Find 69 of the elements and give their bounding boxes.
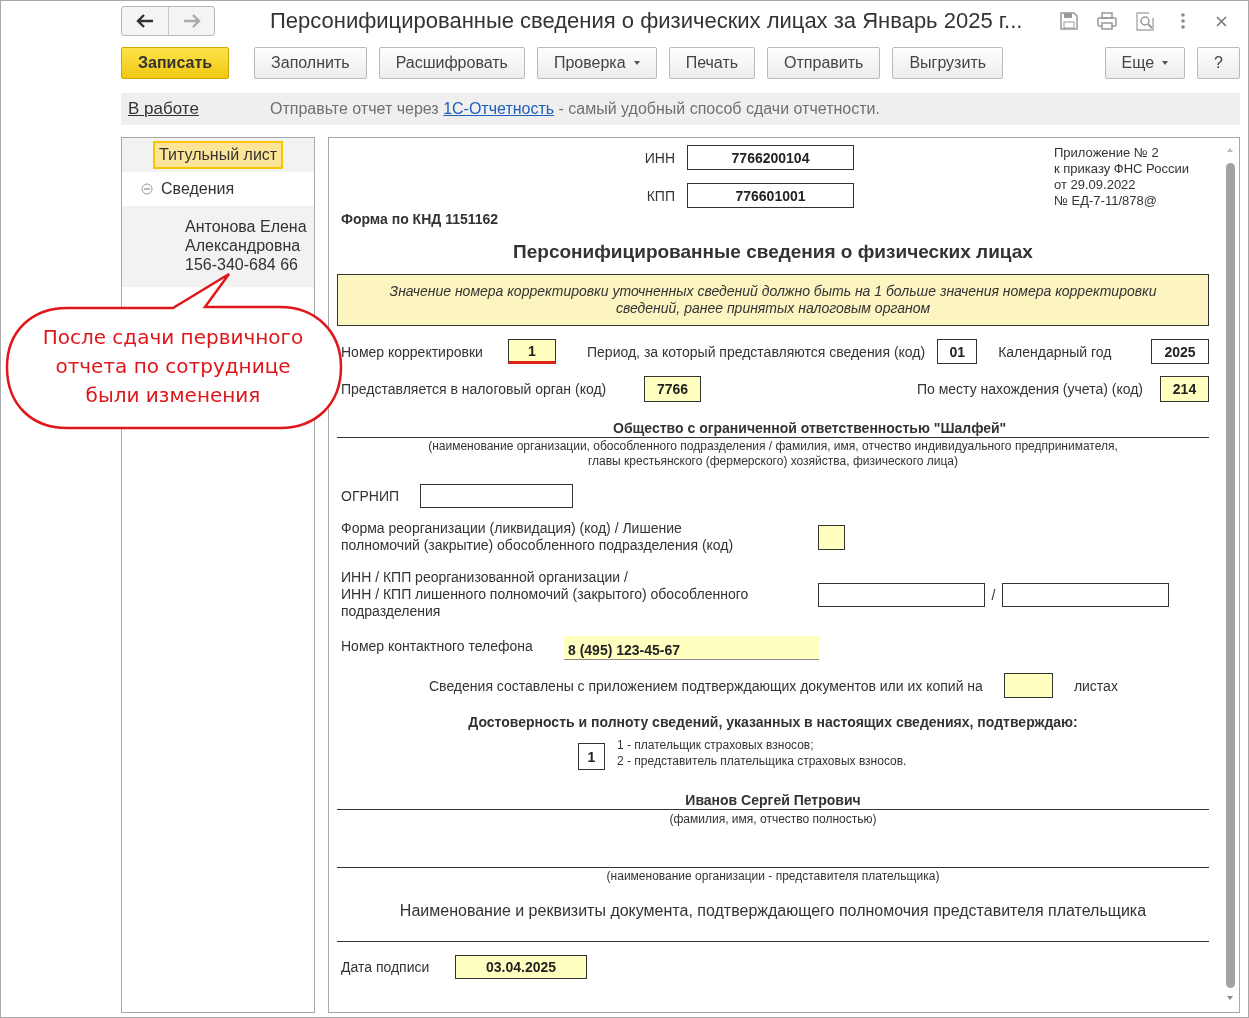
input-field[interactable]: 7766200104 xyxy=(687,145,854,170)
sidebar-item[interactable]: Антонова Елена Александровна 156-340-684 66 xyxy=(122,206,314,287)
option-text: 1 - плательщик страховых взносов; xyxy=(617,737,815,753)
back-arrow-icon xyxy=(136,14,154,28)
forward-arrow-icon xyxy=(182,14,201,28)
caret-icon xyxy=(1162,61,1169,65)
input-field[interactable] xyxy=(1002,582,1169,607)
caret-icon xyxy=(633,61,640,65)
field-label: ОГРНИП xyxy=(340,488,401,504)
confirmation-heading: Достоверность и полноту сведений, указанных в настоящих сведениях, подтверждаю: xyxy=(467,714,1079,730)
field-caption: Наименование и реквизиты документа, подтверждающего полномочия представителя плательщика xyxy=(398,902,1148,920)
input-field[interactable]: 214 xyxy=(1160,376,1209,402)
field-label: Календарный год xyxy=(997,343,1112,360)
input-field[interactable]: 01 xyxy=(937,339,978,364)
field-label: Номер корректировки xyxy=(340,343,484,360)
field-caption: (наименование организации - представителя плательщика) xyxy=(605,869,941,884)
field-label: Период, за который представляются сведения (код) xyxy=(586,343,926,360)
field-label: ИНН xyxy=(643,149,675,166)
input-field[interactable]: 776601001 xyxy=(687,183,854,208)
status-link[interactable]: В работе xyxy=(128,99,270,119)
save-button[interactable]: Записать xyxy=(121,47,230,79)
input-field[interactable] xyxy=(818,582,985,607)
input-field[interactable] xyxy=(818,524,845,550)
form-heading: Персонифицированные сведения о физических лицах xyxy=(512,241,1034,263)
toolbar-button[interactable]: ? xyxy=(1197,47,1240,79)
input-field[interactable]: 7766 xyxy=(644,376,701,402)
input-field[interactable]: 8 (495) 123-45-67 xyxy=(564,636,819,660)
print-icon[interactable] xyxy=(1097,12,1117,30)
separator-slash: / xyxy=(990,586,997,603)
close-icon[interactable] xyxy=(1215,15,1227,27)
field-caption: (фамилия, имя, отчество полностью) xyxy=(668,812,878,827)
toolbar-button[interactable]: Печать xyxy=(668,47,756,79)
more-icon[interactable] xyxy=(1181,13,1185,29)
input-field[interactable]: 1 xyxy=(508,339,556,364)
input-field[interactable]: 2025 xyxy=(1151,339,1209,364)
field-label: Номер контактного телефона xyxy=(340,637,534,654)
reporting-link[interactable]: 1С-Отчетность xyxy=(443,100,555,117)
organization-name: Общество с ограниченной ответственностью "Шалфей" xyxy=(612,420,1008,436)
input-field[interactable]: 1 xyxy=(578,743,605,770)
toolbar-button[interactable]: Расшифровать xyxy=(378,47,525,79)
field-label: КПП xyxy=(645,187,675,204)
callout-text: После сдачи первичного отчета по сотруднице были изменения xyxy=(41,324,305,409)
toolbar-button[interactable]: Заполнить xyxy=(254,47,367,79)
field-label: Представляется в налоговый орган (код) xyxy=(340,381,608,397)
field-label: листах xyxy=(1072,677,1118,694)
sidebar-item[interactable]: Сведения xyxy=(122,172,314,206)
window-title: Персонифицированные сведения о физических лицах за Январь 2025 г... xyxy=(270,8,1024,34)
field-caption: (наименование организации, обособленного подразделения / фамилия, имя, отчество индивидуального предпринимателя, главы крестьянского (фермерского) хозяйства, физического лица) xyxy=(427,439,1119,469)
sidebar-item[interactable]: Титульный лист xyxy=(122,138,314,172)
appendix-note: Приложение № 2 к приказу ФНС России от 29.09.2022 № ЕД-7-11/878@ xyxy=(1054,145,1189,209)
toolbar-button[interactable]: Еще xyxy=(1104,47,1186,79)
toolbar-button[interactable]: Отправить xyxy=(767,47,881,79)
preview-icon[interactable] xyxy=(1135,11,1155,31)
field-label: По месту нахождения (учета) (код) xyxy=(915,381,1143,397)
signer-name: Иванов Сергей Петрович xyxy=(684,792,862,808)
input-field[interactable] xyxy=(420,484,573,508)
field-label: ИНН / КПП реорганизованной организации / ИНН / КПП лишенного полномочий (закрытого) обособленного подразделения xyxy=(340,569,750,620)
info-message: Отправьте отчет через 1С-Отчетность - самый удобный способ сдачи отчетности. xyxy=(270,100,880,118)
toolbar-button[interactable]: Выгрузить xyxy=(892,47,1004,79)
input-field[interactable] xyxy=(1003,673,1053,698)
toolbar-button[interactable]: Проверка xyxy=(536,47,657,79)
field-label: Форма реорганизации (ликвидация) (код) / Лишение полномочий (закрытие) обособленного подразделения (код) xyxy=(340,520,735,554)
input-field[interactable]: 03.04.2025 xyxy=(455,955,587,979)
form-code: Форма по КНД 1151162 xyxy=(340,211,500,227)
option-text: 2 - представитель плательщика страховых взносов. xyxy=(617,753,907,769)
save-icon[interactable] xyxy=(1060,12,1078,30)
field-label: Сведения составлены с приложением подтверждающих документов или их копий на xyxy=(428,677,983,694)
field-label: Дата подписи xyxy=(340,959,431,975)
notice-box: Значение номера корректировки уточненных сведений должно быть на 1 больше значения номера корректировки сведений, ранее принятых налоговым органом xyxy=(337,274,1209,326)
